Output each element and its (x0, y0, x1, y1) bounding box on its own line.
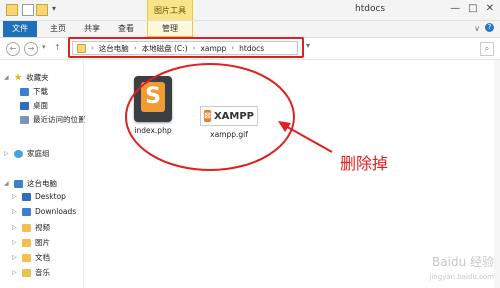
vertical-scrollbar[interactable] (494, 60, 500, 288)
baidu-watermark: Baidu 经验 jingyan.baidu.com (429, 256, 494, 284)
watermark-line2: jingyan.baidu.com (429, 273, 494, 281)
annotation-overlay (125, 63, 333, 171)
watermark-line1: Baidu 经验 (432, 255, 494, 269)
delete-annotation-text: 删除掉 (340, 154, 389, 173)
annotation-arrow-line (281, 123, 333, 153)
annotation-arrowhead (278, 121, 291, 132)
annotation-ellipse (125, 63, 295, 171)
